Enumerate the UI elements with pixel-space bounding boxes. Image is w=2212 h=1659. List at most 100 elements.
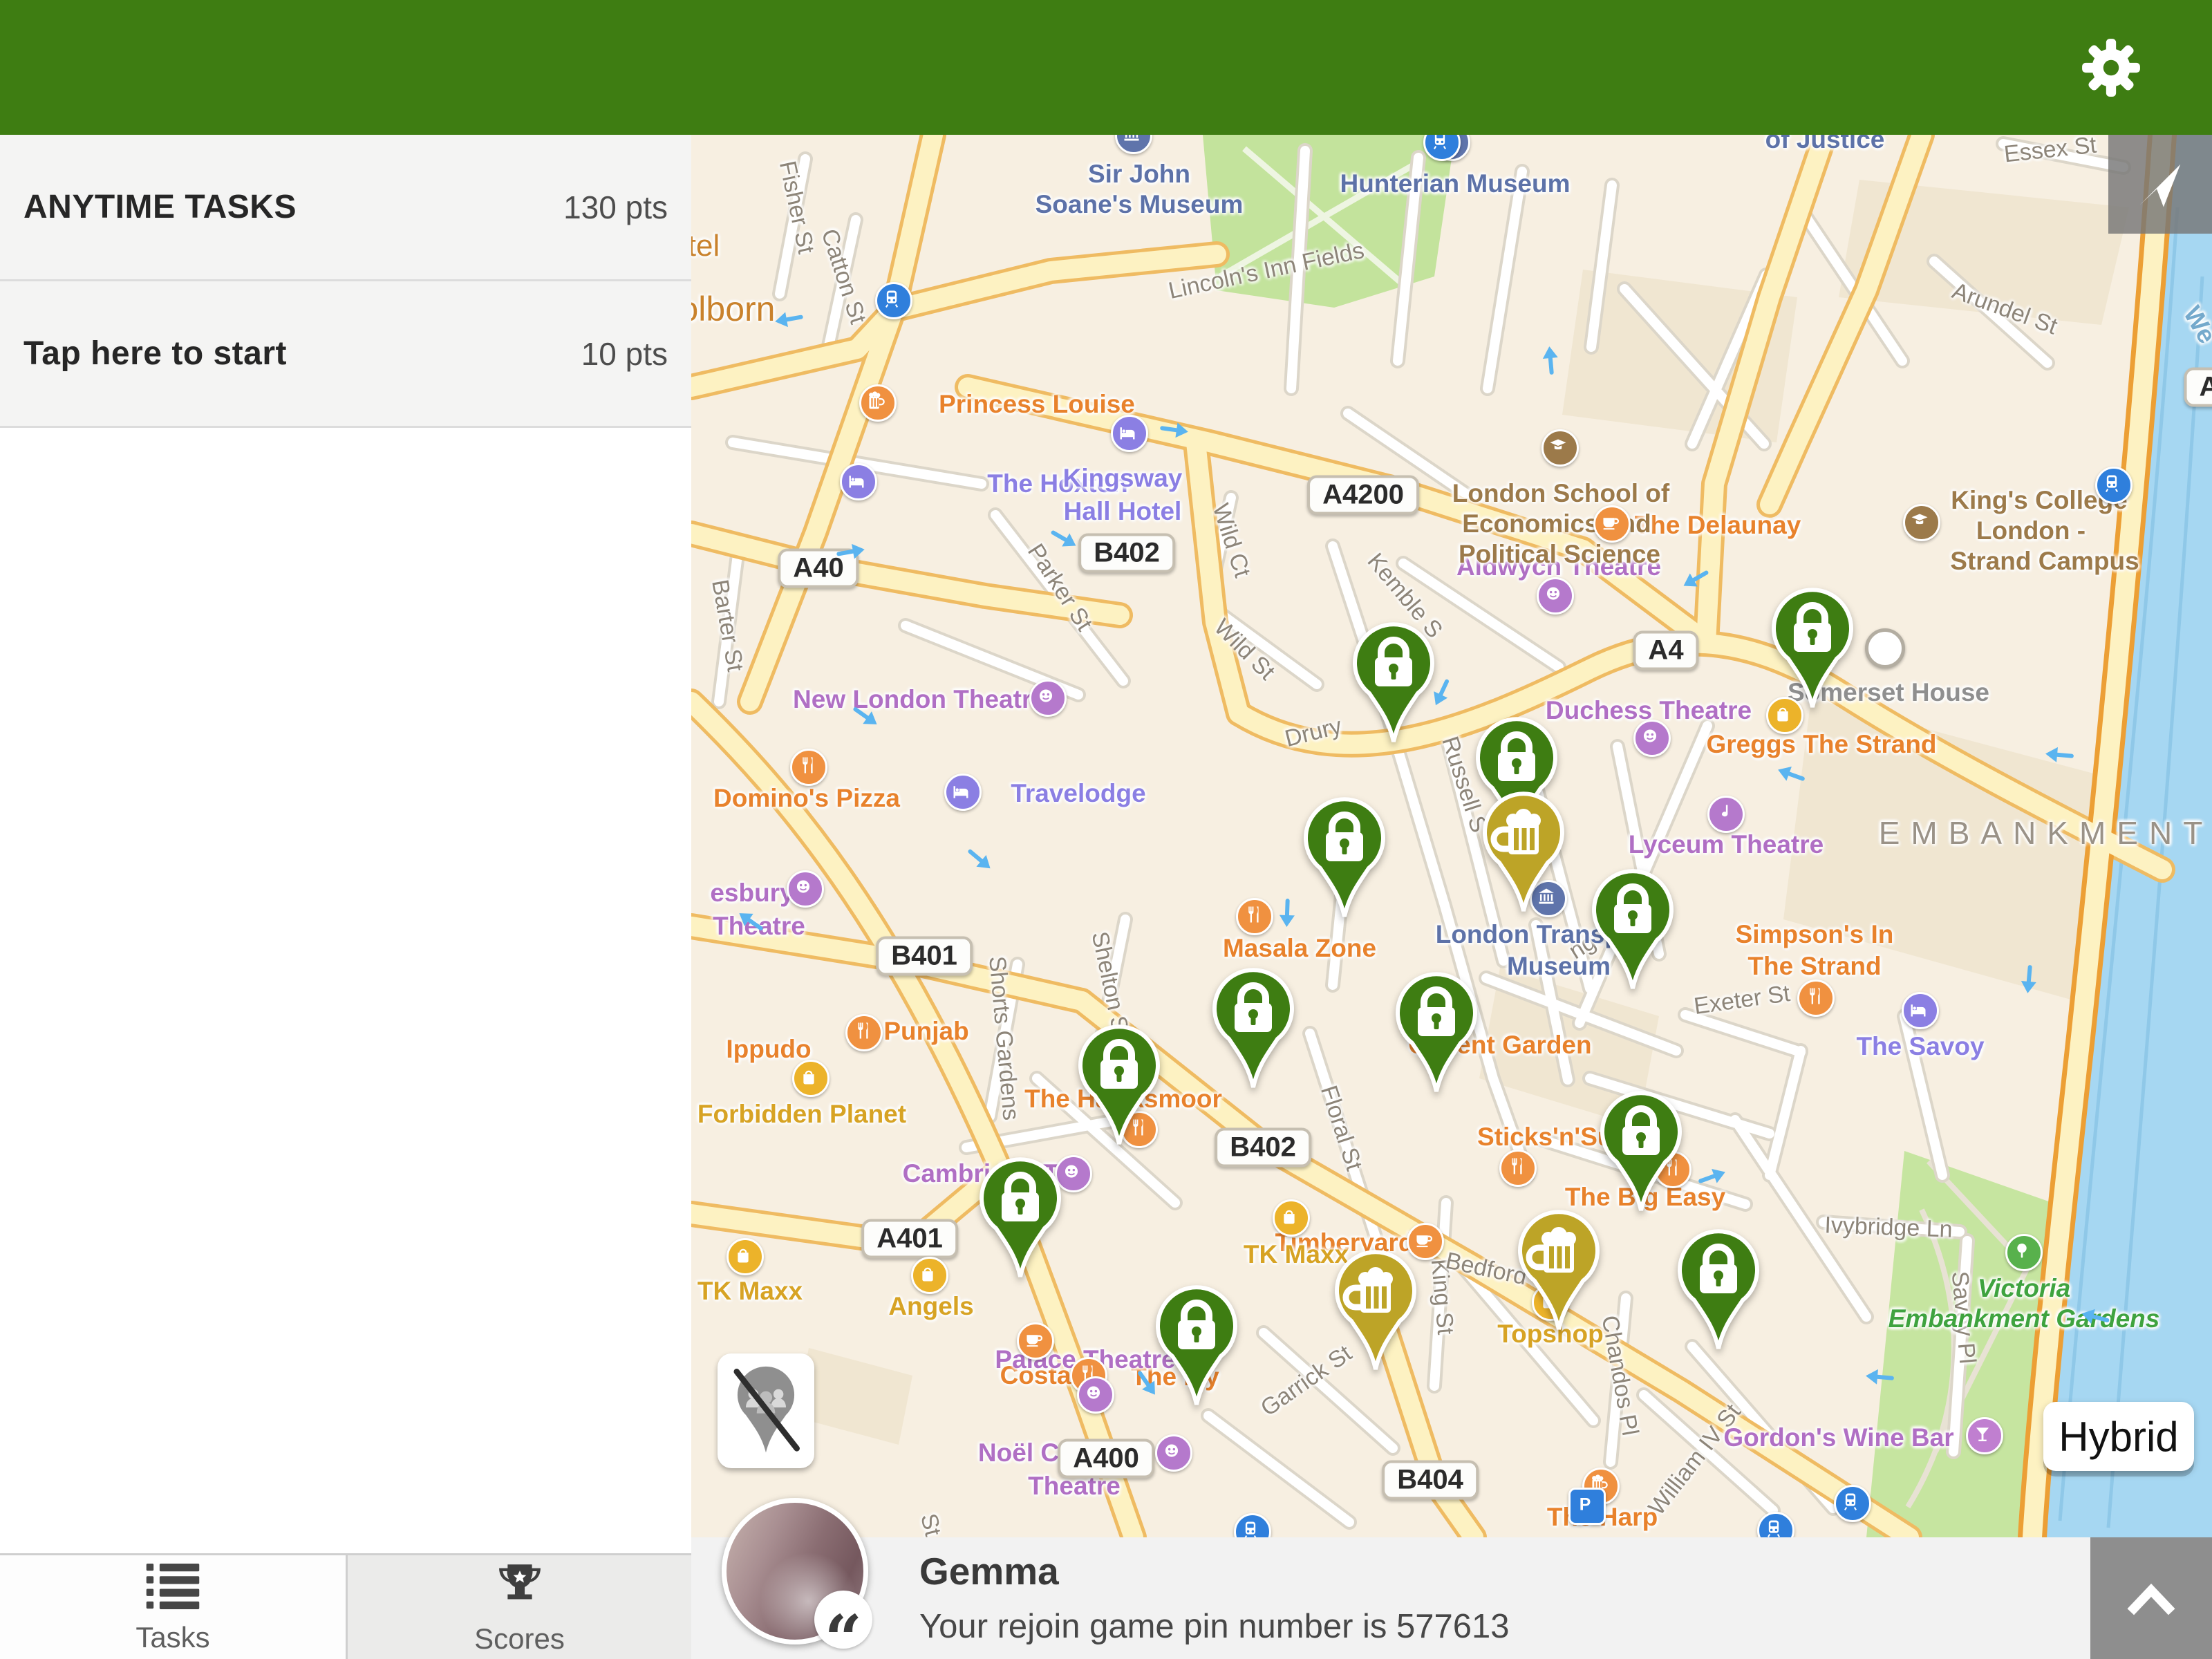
poi-icon-martini (1966, 1417, 2003, 1454)
map-type-hybrid-button[interactable]: Hybrid (2043, 1402, 2194, 1471)
oneway-arrow-icon (2043, 743, 2074, 767)
map-label: London - (1976, 516, 2086, 545)
road-shield: A4200 (1307, 476, 1419, 515)
tab-scores[interactable]: Scores (346, 1555, 691, 1659)
oneway-arrow-icon (771, 306, 805, 332)
map-label: Catton St (816, 226, 872, 328)
oneway-arrow-icon (1863, 1365, 1895, 1389)
map-label: EMBANKMENT (1879, 814, 2212, 852)
poi-icon-coffee (1017, 1322, 1054, 1360)
map-label: We (2177, 301, 2212, 348)
map-label: Travelodge (1011, 779, 1145, 808)
map-label: Lincoln's Inn Fields (1166, 237, 1367, 305)
map-label: Hall Hotel (1064, 497, 1182, 526)
map-label: Greggs The Strand (1706, 730, 1936, 759)
poi-icon-train (1834, 1485, 1871, 1522)
map-label: olborn (691, 289, 776, 329)
map-label: Punjab (883, 1017, 968, 1046)
locked-task-pin[interactable] (1302, 792, 1387, 921)
expand-chevron-button[interactable] (2090, 1537, 2212, 1659)
poi-icon-beer (859, 384, 897, 422)
locked-task-pin[interactable] (1598, 1086, 1684, 1215)
tab-label: Scores (474, 1622, 565, 1656)
map-label: Exeter St (1692, 980, 1792, 1020)
map-label: London School of (1452, 479, 1669, 508)
task-row-anytime[interactable]: ANYTIME TASKS 130 pts (0, 135, 691, 281)
poi-icon-coffee (1593, 505, 1631, 543)
locked-task-pin[interactable] (1076, 1020, 1162, 1148)
oneway-arrow-icon (835, 538, 869, 564)
oneway-arrow-icon (1539, 344, 1562, 375)
poi-icon-train (2095, 467, 2133, 504)
poi-icon-train (875, 282, 912, 319)
locate-me-button[interactable] (2108, 135, 2212, 234)
task-points: 130 pts (563, 189, 668, 226)
hide-players-button[interactable] (718, 1353, 814, 1468)
map-label: The Delaunay (1635, 511, 1801, 540)
poi-icon-museum (1115, 135, 1152, 154)
beer-task-pin[interactable] (1333, 1245, 1418, 1374)
map-label: The Strand (1747, 952, 1881, 981)
poi-icon-bed (1111, 415, 1148, 452)
map-label: Wild Ct (1207, 500, 1256, 581)
road-shield: A401 (861, 1219, 958, 1259)
poi-icon-bed (1902, 992, 1939, 1029)
map-label: St (915, 1511, 946, 1539)
poi-icon-fork (1797, 980, 1835, 1017)
map-label: Arundel St (1949, 278, 2061, 341)
map-label: of Justice (1765, 135, 1885, 154)
poi-icon-mask (1537, 577, 1574, 615)
tab-tasks[interactable]: Tasks (0, 1555, 346, 1659)
map-type-label: Hybrid (2059, 1413, 2178, 1461)
road-shield: B404 (1382, 1461, 1479, 1500)
task-points: 10 pts (581, 335, 668, 373)
road-shield: A400 (1058, 1439, 1154, 1479)
locked-task-pin[interactable] (1394, 967, 1479, 1096)
map-label: Drury (1282, 713, 1344, 753)
map-label: tel (691, 229, 720, 263)
map-canvas[interactable]: Fisher StCatton StBarter StParker StWild… (691, 135, 2212, 1659)
map-label: Ivybridge Ln (1824, 1212, 1953, 1243)
oneway-arrow-icon (1159, 418, 1192, 442)
road-shield: A4 (1633, 631, 1698, 671)
beer-task-pin[interactable] (1516, 1205, 1602, 1333)
locked-task-pin[interactable] (1154, 1280, 1239, 1409)
poi-icon-bag (1273, 1199, 1310, 1237)
poi-icon-cap (1541, 429, 1579, 467)
poi-icon-bag (792, 1060, 830, 1097)
svg-text:P: P (1580, 1496, 1591, 1515)
task-row-start[interactable]: Tap here to start 10 pts (0, 281, 691, 428)
oneway-arrow-icon (1276, 898, 1298, 929)
task-label: ANYTIME TASKS (24, 188, 297, 226)
map-annotation-layer: Fisher StCatton StBarter StParker StWild… (691, 135, 2212, 1659)
map-label: Lyceum Theatre (1629, 830, 1824, 859)
tab-label: Tasks (135, 1621, 209, 1654)
locked-task-pin[interactable] (1590, 864, 1676, 993)
trophy-icon (494, 1561, 545, 1615)
locked-task-pin[interactable] (1770, 583, 1855, 711)
map-label: Masala Zone (1223, 934, 1376, 963)
map-label: Gordon's Wine Bar (1723, 1423, 1953, 1452)
locked-task-pin[interactable] (1676, 1224, 1761, 1353)
poi-icon-bed (944, 774, 982, 811)
locked-task-pin[interactable] (1210, 963, 1296, 1091)
oneway-arrow-icon (1676, 563, 1713, 596)
beer-task-pin[interactable] (1481, 787, 1566, 915)
map-label: Wild St (1208, 614, 1280, 686)
road-shield: B401 (876, 937, 973, 976)
map-label: Shorts Gardens (983, 955, 1024, 1122)
settings-gear-icon[interactable] (2079, 36, 2143, 100)
app-window: ANYTIME TASKS 130 pts Tap here to start … (0, 0, 2212, 1659)
map-label: Victoria (1978, 1274, 2070, 1303)
poi-icon-mask (1029, 679, 1067, 717)
locked-task-pin[interactable] (977, 1152, 1063, 1281)
locked-task-pin[interactable] (1351, 617, 1436, 746)
map-label: Floral St (1315, 1082, 1367, 1174)
task-label: Tap here to start (24, 335, 287, 373)
map-label: Forbidden Planet (697, 1100, 906, 1129)
player-name: Gemma (919, 1549, 1510, 1593)
map-label: Essex St (2003, 135, 2098, 168)
poi-icon-bed (840, 463, 877, 500)
map-label: Political Science (1459, 540, 1660, 569)
rejoin-pin-message: Your rejoin game pin number is 577613 (919, 1607, 1510, 1646)
